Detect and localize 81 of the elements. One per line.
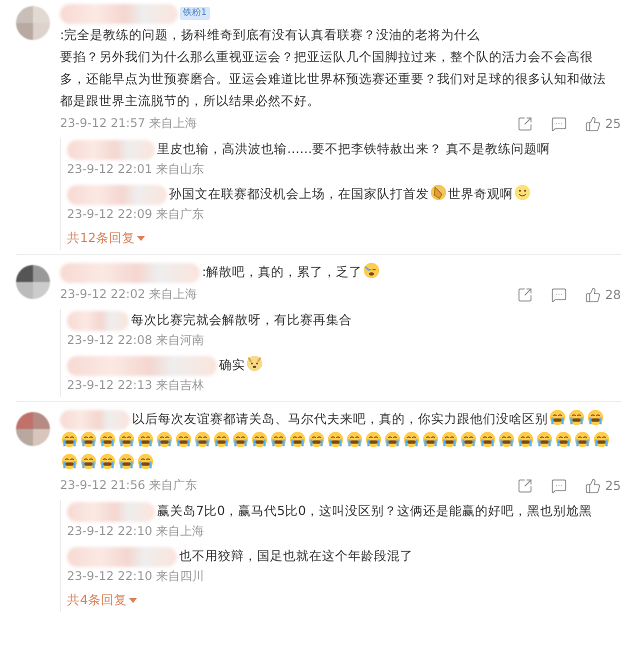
crying-emoji-icon: [365, 431, 382, 448]
crying-emoji-icon: [568, 409, 585, 426]
comment-button[interactable]: [551, 286, 568, 302]
comment-text: 都是跟世界主流脱节的，所以结果必然不好。: [60, 92, 320, 110]
more-replies-button[interactable]: 共4条回复: [67, 590, 137, 610]
share-button[interactable]: [517, 478, 534, 494]
caret-icon: [128, 598, 137, 602]
reply-meta: 23-9-12 22:08 来自河南: [67, 332, 206, 349]
crying-emoji-icon: [289, 431, 306, 448]
blurred-username: [60, 410, 130, 430]
crying-emoji-icon: [498, 431, 515, 448]
crying-emoji-icon: [118, 431, 135, 448]
crying-emoji-icon: [137, 453, 154, 470]
like-button[interactable]: 25: [585, 116, 621, 132]
comment-text: 赢关岛7比0，赢马代5比0，这叫没区别？这俩还是能赢的好吧，黑也别尬黑: [157, 503, 592, 518]
crying-emoji-icon: [137, 431, 154, 448]
more-replies-button[interactable]: 共12条回复: [67, 228, 145, 248]
comment-button[interactable]: [551, 478, 568, 494]
like-button[interactable]: 28: [585, 286, 621, 302]
crying-emoji-icon: [80, 431, 97, 448]
comment-text: :完全是教练的问题，扬科维奇到底有没有认真看联赛？没油的老将为什么: [60, 27, 480, 42]
caret-icon: [136, 236, 145, 240]
crying-emoji-icon: [536, 431, 553, 448]
comment-button[interactable]: [551, 116, 568, 132]
crying-emoji-icon: [574, 431, 591, 448]
drool-emoji-icon: [514, 184, 531, 201]
crying-emoji-icon: [232, 431, 249, 448]
crying-emoji-icon: [593, 431, 610, 448]
comment-text: 以后每次友谊赛都请关岛、马尔代夫来吧，真的，你实力跟他们没啥区别: [132, 411, 548, 426]
crying-emoji-icon: [270, 431, 287, 448]
crying-emoji-icon: [61, 453, 78, 470]
crying-emoji-icon: [118, 453, 135, 470]
tired-emoji-icon: [363, 262, 380, 279]
crying-emoji-icon: [479, 431, 496, 448]
crying-emoji-icon: [308, 431, 325, 448]
reply-meta: 23-9-12 22:09 来自广东: [67, 206, 206, 223]
avatar: [16, 6, 50, 40]
crying-emoji-icon: [251, 431, 268, 448]
reply-meta: 23-9-12 22:10 来自上海: [67, 523, 206, 540]
blurred-username: [67, 310, 129, 331]
comment-text: 要掐？另外我们为什么那么重视亚运会？把亚运队几个国脚拉过来，整个队的活力会不会高很: [60, 48, 593, 66]
comment-text: 世界奇观啊: [448, 186, 513, 201]
comment-text: :解散吧，真的，累了，乏了: [202, 264, 362, 279]
comment-meta: 23-9-12 21:56 来自广东: [60, 477, 198, 494]
comment-text: 也不用狡辩，国足也就在这个年龄段混了: [179, 548, 413, 563]
doge-emoji-icon: [246, 355, 263, 372]
crying-emoji-icon: [441, 431, 458, 448]
avatar: [16, 412, 50, 446]
crying-emoji-icon: [549, 409, 566, 426]
share-button[interactable]: [517, 116, 534, 132]
crying-emoji-icon: [327, 431, 344, 448]
comment-meta: 23-9-12 21:57 来自上海: [60, 115, 198, 132]
crying-emoji-icon: [99, 431, 116, 448]
crying-emoji-icon: [80, 453, 97, 470]
crying-emoji-icon: [99, 453, 116, 470]
crying-emoji-icon: [213, 431, 230, 448]
reply-meta: 23-9-12 22:01 来自山东: [67, 161, 206, 178]
crying-emoji-icon: [384, 431, 401, 448]
crying-emoji-icon: [403, 431, 420, 448]
crying-emoji-icon: [346, 431, 363, 448]
fan-badge: 铁粉1: [180, 7, 210, 20]
crying-emoji-icon: [422, 431, 439, 448]
comment-meta: 23-9-12 22:02 来自上海: [60, 286, 198, 303]
comment-text: 里皮也输，高洪波也输……要不把李铁特赦出来？ 真不是教练问题啊: [157, 141, 550, 156]
comment-text: 孙国文在联赛都没机会上场，在国家队打首发: [169, 186, 429, 201]
crying-emoji-icon: [555, 431, 572, 448]
crying-emoji-icon: [175, 431, 192, 448]
crying-emoji-icon: [194, 431, 211, 448]
comment-text: 多，还能早点为世预赛磨合。亚运会难道比世界杯预选赛还重要？我们对足球的很多认知和做法: [60, 70, 606, 88]
crying-emoji-icon: [61, 431, 78, 448]
reply-meta: 23-9-12 22:13 来自吉林: [67, 377, 206, 394]
share-button[interactable]: [517, 286, 534, 302]
reply-meta: 23-9-12 22:10 来自四川: [67, 568, 206, 585]
like-button[interactable]: 25: [585, 478, 621, 494]
avatar: [16, 265, 50, 299]
crying-emoji-icon: [587, 409, 604, 426]
comment-text: 确实: [219, 357, 245, 372]
crying-emoji-icon: [517, 431, 534, 448]
comment-text: 每次比赛完就会解散呀，有比赛再集合: [131, 312, 352, 327]
crying-emoji-icon: [156, 431, 173, 448]
crying-emoji-icon: [460, 431, 477, 448]
